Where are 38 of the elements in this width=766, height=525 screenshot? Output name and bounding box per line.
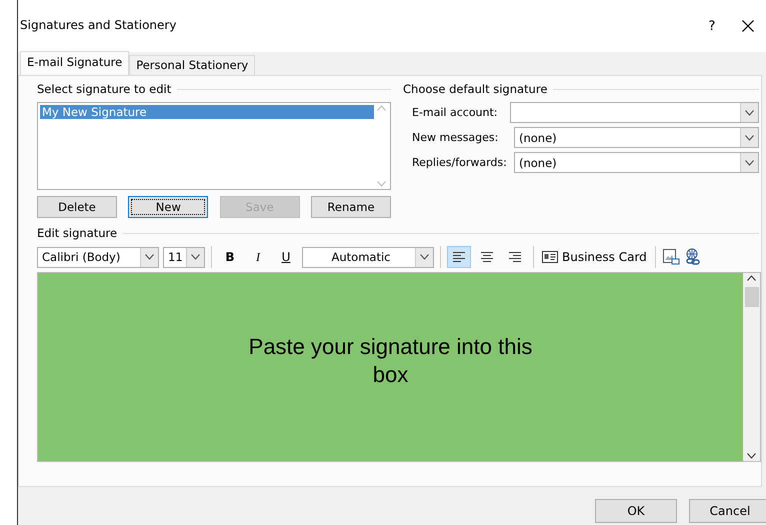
section-heading: Select signature to edit xyxy=(37,82,172,96)
scrollbar-thumb[interactable] xyxy=(744,287,758,307)
size-dropdown[interactable]: 11 xyxy=(163,246,205,268)
field-label: E-mail account: xyxy=(412,106,499,119)
tab[interactable]: E-mail Signature xyxy=(20,51,130,75)
section-heading: Choose default signature xyxy=(403,82,548,96)
section-heading: Edit signature xyxy=(37,226,118,240)
scroll-up-icon[interactable] xyxy=(747,275,756,281)
hyperlink-icon[interactable] xyxy=(684,248,702,266)
help-button[interactable]: ? xyxy=(692,18,732,34)
insert-picture-icon[interactable] xyxy=(662,248,680,266)
business-card-icon xyxy=(542,251,558,263)
font-dropdown[interactable]: Calibri (Body) xyxy=(37,246,159,268)
dropdown-field[interactable] xyxy=(510,102,759,123)
field-label: New messages: xyxy=(412,131,500,144)
underline-button[interactable]: U xyxy=(274,246,298,268)
dropdown-field[interactable]: (none) xyxy=(514,127,759,148)
cancel-button[interactable]: Cancel xyxy=(689,499,766,523)
rename-button[interactable]: Rename xyxy=(310,196,391,218)
window-title: Signatures and Stationery xyxy=(20,18,178,32)
align-right-icon xyxy=(509,252,521,262)
signature-editor[interactable]: Paste your signature into this box xyxy=(37,272,761,462)
new-button[interactable]: New xyxy=(128,196,208,218)
ok-button[interactable]: OK xyxy=(595,499,677,523)
bold-button[interactable]: B xyxy=(218,246,242,268)
color-dropdown[interactable]: Automatic xyxy=(302,246,434,268)
close-icon[interactable] xyxy=(742,20,754,32)
align-left-icon xyxy=(453,252,465,262)
align-center-icon xyxy=(481,252,493,262)
field-label: Replies/forwards: xyxy=(412,156,508,169)
business-card-button[interactable]: Business Card xyxy=(540,250,649,264)
scroll-down-icon[interactable] xyxy=(747,453,756,459)
tab[interactable]: Personal Stationery xyxy=(129,55,256,75)
delete-button[interactable]: Delete xyxy=(37,196,117,218)
align-button[interactable] xyxy=(447,246,471,268)
dropdown-field[interactable]: (none) xyxy=(514,152,759,173)
italic-button[interactable]: I xyxy=(246,246,270,268)
editor-text: Paste your signature into this box xyxy=(248,333,534,388)
